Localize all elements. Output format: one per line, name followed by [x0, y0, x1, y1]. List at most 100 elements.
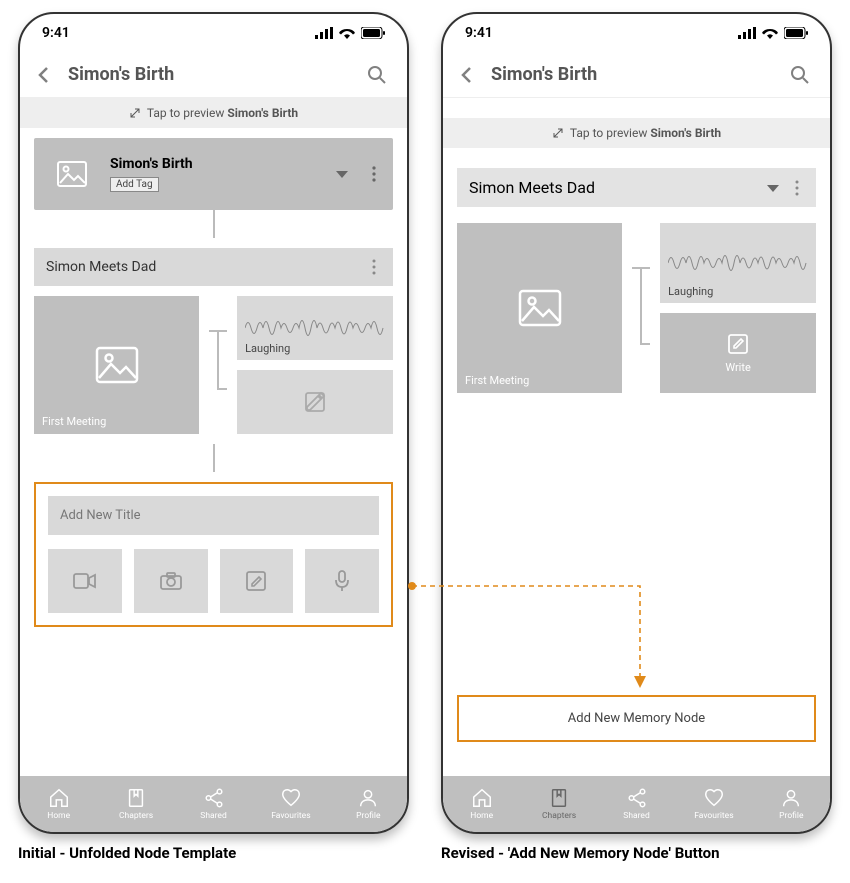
preview-strip[interactable]: Tap to preview Simon's Birth	[20, 98, 407, 128]
wifi-icon	[339, 27, 355, 39]
add-audio-tile[interactable]	[305, 549, 379, 613]
status-bar: 9:41	[443, 14, 830, 52]
preview-title: Simon's Birth	[650, 126, 721, 140]
add-text-tile[interactable]	[220, 549, 294, 613]
add-memory-node-button[interactable]: Add New Memory Node	[457, 695, 816, 742]
more-icon[interactable]	[367, 258, 381, 276]
tab-profile[interactable]: Profile	[753, 776, 830, 832]
app-header: Simon's Birth	[443, 52, 830, 98]
search-icon	[790, 65, 810, 85]
add-photo-tile[interactable]	[134, 549, 208, 613]
battery-icon	[784, 27, 808, 39]
connector-line	[213, 444, 215, 472]
media-grid: First Meeting Laughing	[34, 286, 393, 434]
media-audio[interactable]: Laughing	[660, 223, 816, 303]
sub-node-header[interactable]: Simon Meets Dad	[457, 168, 816, 207]
expand-arrow-icon	[129, 107, 141, 119]
media-write[interactable]	[237, 370, 393, 434]
tab-favourites[interactable]: Favourites	[675, 776, 752, 832]
status-indicators	[738, 27, 808, 39]
heart-icon	[703, 787, 725, 809]
sub-title: Simon Meets Dad	[46, 259, 367, 275]
edit-icon	[304, 391, 326, 413]
write-caption: Write	[725, 361, 750, 374]
page-title: Simon's Birth	[68, 64, 353, 85]
preview-prefix: Tap to preview	[570, 126, 650, 140]
heart-icon	[280, 787, 302, 809]
caption-left: Initial - Unfolded Node Template	[18, 844, 409, 862]
chevron-down-icon[interactable]	[764, 179, 782, 197]
caption-right: Revised - 'Add New Memory Node' Button	[441, 844, 832, 862]
preview-prefix: Tap to preview	[147, 106, 227, 120]
status-time: 9:41	[42, 25, 70, 41]
photo-caption: First Meeting	[42, 415, 106, 428]
edit-icon	[245, 570, 267, 592]
search-icon	[367, 65, 387, 85]
media-audio[interactable]: Laughing	[237, 296, 393, 360]
add-video-tile[interactable]	[48, 549, 122, 613]
audio-caption: Laughing	[245, 342, 290, 355]
tab-favourites[interactable]: Favourites	[252, 776, 329, 832]
home-icon	[471, 787, 493, 809]
video-icon	[73, 571, 97, 591]
battery-icon	[361, 27, 385, 39]
image-icon	[57, 161, 87, 187]
audio-caption: Laughing	[668, 285, 713, 298]
back-button[interactable]	[451, 59, 483, 91]
media-photo[interactable]: First Meeting	[457, 223, 622, 393]
tab-chapters[interactable]: Chapters	[520, 776, 597, 832]
home-icon	[48, 787, 70, 809]
bookmark-icon	[548, 787, 570, 809]
add-new-node-block: Add New Title	[34, 482, 393, 627]
tab-profile[interactable]: Profile	[330, 776, 407, 832]
sub-node-header[interactable]: Simon Meets Dad	[34, 248, 393, 286]
search-button[interactable]	[784, 59, 816, 91]
add-title-placeholder: Add New Title	[60, 508, 141, 523]
chevron-left-icon	[457, 65, 477, 85]
image-icon	[95, 346, 139, 384]
preview-title: Simon's Birth	[227, 106, 298, 120]
status-indicators	[315, 27, 385, 39]
app-header: Simon's Birth	[20, 52, 407, 98]
edit-icon	[727, 333, 749, 355]
search-button[interactable]	[361, 59, 393, 91]
waveform-icon	[245, 313, 385, 343]
profile-icon	[357, 787, 379, 809]
chapter-name: Simon's Birth	[110, 156, 321, 172]
tab-home[interactable]: Home	[443, 776, 520, 832]
more-icon[interactable]	[367, 165, 381, 183]
preview-strip[interactable]: Tap to preview Simon's Birth	[443, 118, 830, 148]
media-grid: First Meeting Laughing	[457, 207, 816, 393]
photo-caption: First Meeting	[465, 374, 529, 387]
cellular-icon	[738, 27, 756, 39]
tab-chapters[interactable]: Chapters	[97, 776, 174, 832]
connector-line	[213, 210, 215, 238]
bookmark-icon	[125, 787, 147, 809]
camera-icon	[159, 571, 183, 591]
add-memory-label: Add New Memory Node	[568, 711, 705, 726]
tab-shared[interactable]: Shared	[175, 776, 252, 832]
media-photo[interactable]: First Meeting	[34, 296, 199, 434]
sub-title: Simon Meets Dad	[469, 178, 764, 197]
more-icon[interactable]	[790, 179, 804, 197]
wifi-icon	[762, 27, 778, 39]
tab-bar: Home Chapters Shared Favourites Profile	[443, 776, 830, 832]
tab-shared[interactable]: Shared	[598, 776, 675, 832]
media-write[interactable]: Write	[660, 313, 816, 393]
add-tag-chip[interactable]: Add Tag	[110, 177, 159, 192]
add-title-input[interactable]: Add New Title	[48, 496, 379, 535]
phone-initial: 9:41 Simon's Birth Tap to preview Simon'…	[18, 12, 409, 834]
chevron-left-icon	[34, 65, 54, 85]
chevron-down-icon[interactable]	[333, 165, 351, 183]
back-button[interactable]	[28, 59, 60, 91]
profile-icon	[780, 787, 802, 809]
chapter-card[interactable]: Simon's Birth Add Tag	[34, 138, 393, 210]
status-time: 9:41	[465, 25, 493, 41]
cellular-icon	[315, 27, 333, 39]
tab-home[interactable]: Home	[20, 776, 97, 832]
share-icon	[203, 787, 225, 809]
waveform-icon	[668, 248, 808, 278]
microphone-icon	[332, 569, 352, 593]
page-title: Simon's Birth	[491, 64, 776, 85]
phone-revised: 9:41 Simon's Birth Tap to preview Simon'…	[441, 12, 832, 834]
